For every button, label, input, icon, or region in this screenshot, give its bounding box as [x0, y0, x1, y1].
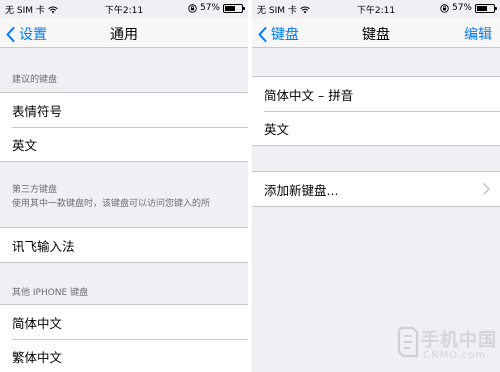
group-add-keyboard: 添加新键盘... — [252, 171, 500, 207]
lock-rotation-icon — [440, 3, 449, 13]
navigation-bar: 设置 通用 — [0, 18, 248, 48]
section-footer-third-party: 使用其中一款键盘时，该键盘可以访问您键入的所 — [12, 199, 211, 209]
group-other-keyboards: 简体中文 繁体中文 — [0, 304, 248, 372]
battery-fill — [225, 5, 236, 11]
back-label: 键盘 — [271, 27, 299, 43]
edit-button[interactable]: 编辑 — [464, 24, 492, 44]
chevron-left-icon — [6, 26, 15, 42]
group-suggested-keyboards: 表情符号 英文 — [0, 92, 248, 162]
battery-percent: 57% — [199, 3, 220, 13]
back-button-settings[interactable]: 设置 — [6, 24, 47, 44]
list-item-xunfei[interactable]: 讯飞输入法 — [0, 228, 248, 262]
status-bar: 无 SIM 卡 下午2:11 57% — [252, 0, 500, 18]
status-right: 57% — [188, 3, 245, 13]
lock-rotation-icon — [188, 3, 197, 13]
list-item-emoji[interactable]: 表情符号 — [0, 93, 248, 127]
watermark: 手机中国 CNMO.com — [397, 322, 497, 368]
cnmo-logo-icon — [397, 326, 419, 358]
battery-fill — [477, 5, 488, 11]
battery-percent: 57% — [451, 3, 472, 13]
battery-icon — [475, 3, 497, 13]
watermark-sub: CNMO.com — [423, 350, 487, 361]
watermark-main: 手机中国 — [421, 330, 497, 351]
group-third-party-keyboards: 讯飞输入法 — [0, 227, 248, 263]
section-header-suggested: 建议的键盘 — [12, 75, 58, 85]
status-right: 57% — [440, 3, 497, 13]
back-button-keyboard[interactable]: 键盘 — [258, 24, 299, 44]
list-item-traditional-chinese[interactable]: 繁体中文 — [0, 339, 248, 372]
section-header-third-party: 第三方键盘 — [12, 185, 58, 195]
back-label: 设置 — [19, 27, 47, 43]
battery-icon — [223, 3, 245, 13]
section-header-other: 其他 IPHONE 键盘 — [12, 288, 89, 298]
screenshot-composite: 无 SIM 卡 下午2:11 57% 设置 通用 建议的键盘 表情符号 英文 第… — [0, 0, 500, 372]
add-keyboard-button[interactable]: 添加新键盘... — [252, 172, 500, 206]
chevron-left-icon — [258, 26, 267, 42]
list-item-english[interactable]: 英文 — [0, 127, 248, 161]
list-item-simplified-chinese[interactable]: 简体中文 — [0, 305, 248, 339]
chevron-right-icon — [483, 183, 490, 195]
right-screen-keyboards: 无 SIM 卡 下午2:11 57% 键盘 键盘 编辑 简体中文 – 拼音 英文… — [252, 0, 500, 372]
status-bar: 无 SIM 卡 下午2:11 57% — [0, 0, 248, 18]
list-item-pinyin[interactable]: 简体中文 – 拼音 — [252, 77, 500, 111]
navigation-bar: 键盘 键盘 编辑 — [252, 18, 500, 48]
add-keyboard-label: 添加新键盘... — [264, 182, 339, 198]
list-item-english[interactable]: 英文 — [252, 111, 500, 145]
left-screen-general: 无 SIM 卡 下午2:11 57% 设置 通用 建议的键盘 表情符号 英文 第… — [0, 0, 248, 372]
group-active-keyboards: 简体中文 – 拼音 英文 — [252, 76, 500, 146]
